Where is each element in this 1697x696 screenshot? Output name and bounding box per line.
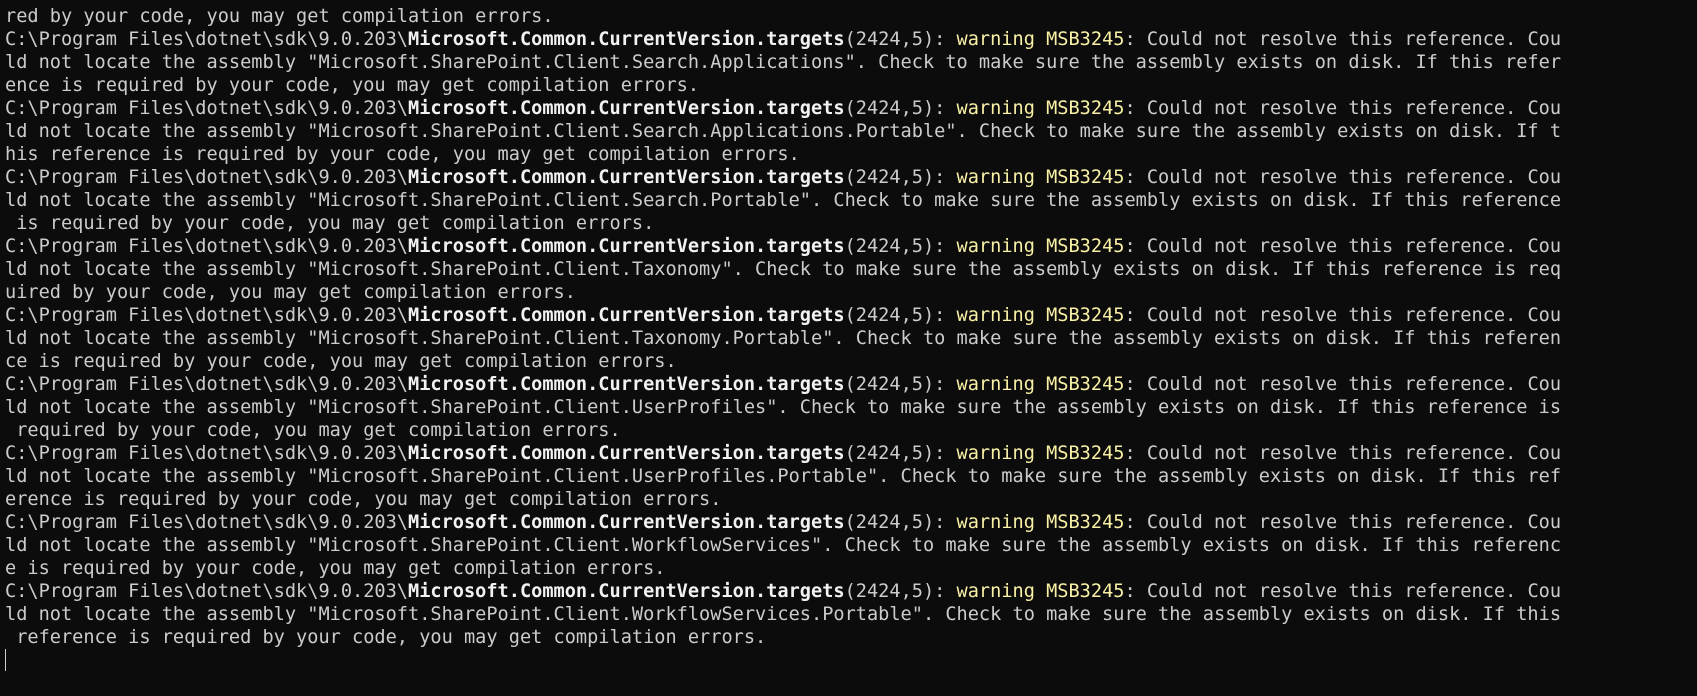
sdk-path: C:\Program Files\dotnet\sdk\9.0.203\ [5,167,408,188]
source-location: (2424,5): [844,305,957,326]
warning-message: : Could not resolve this reference. Cou [1124,443,1562,464]
warning-code: warning MSB3245 [956,305,1125,326]
terminal-line: is required by your code, you may get co… [5,213,655,234]
targets-file: Microsoft.Common.CurrentVersion.targets [408,236,845,257]
source-location: (2424,5): [844,581,957,602]
warning-message: : Could not resolve this reference. Cou [1124,512,1562,533]
sdk-path: C:\Program Files\dotnet\sdk\9.0.203\ [5,443,408,464]
targets-file: Microsoft.Common.CurrentVersion.targets [408,98,845,119]
warning-message: : Could not resolve this reference. Cou [1124,236,1562,257]
sdk-path: C:\Program Files\dotnet\sdk\9.0.203\ [5,98,408,119]
source-location: (2424,5): [844,236,957,257]
warning-code: warning MSB3245 [956,443,1125,464]
warning-message: : Could not resolve this reference. Cou [1124,581,1562,602]
sdk-path: C:\Program Files\dotnet\sdk\9.0.203\ [5,512,408,533]
warning-message: : Could not resolve this reference. Cou [1124,305,1562,326]
source-location: (2424,5): [844,443,957,464]
text-cursor [5,649,6,671]
sdk-path: C:\Program Files\dotnet\sdk\9.0.203\ [5,305,408,326]
warning-line: C:\Program Files\dotnet\sdk\9.0.203\Micr… [5,442,1697,465]
warning-message: : Could not resolve this reference. Cou [1124,374,1562,395]
terminal-line: ld not locate the assembly "Microsoft.Sh… [5,466,1562,487]
warning-line: C:\Program Files\dotnet\sdk\9.0.203\Micr… [5,373,1697,396]
targets-file: Microsoft.Common.CurrentVersion.targets [408,581,845,602]
warning-code: warning MSB3245 [956,581,1125,602]
terminal-line: his reference is required by your code, … [5,144,800,165]
terminal-line: reference is required by your code, you … [5,627,767,648]
terminal-line: ld not locate the assembly "Microsoft.Sh… [5,604,1562,625]
sdk-path: C:\Program Files\dotnet\sdk\9.0.203\ [5,581,408,602]
warning-code: warning MSB3245 [956,167,1125,188]
warning-code: warning MSB3245 [956,236,1125,257]
warning-message: : Could not resolve this reference. Cou [1124,29,1562,50]
warning-code: warning MSB3245 [956,98,1125,119]
source-location: (2424,5): [844,512,957,533]
warning-line: C:\Program Files\dotnet\sdk\9.0.203\Micr… [5,304,1697,327]
warning-code: warning MSB3245 [956,374,1125,395]
terminal-line: erence is required by your code, you may… [5,489,722,510]
warning-line: C:\Program Files\dotnet\sdk\9.0.203\Micr… [5,166,1697,189]
targets-file: Microsoft.Common.CurrentVersion.targets [408,512,845,533]
sdk-path: C:\Program Files\dotnet\sdk\9.0.203\ [5,374,408,395]
terminal-line: e is required by your code, you may get … [5,558,666,579]
targets-file: Microsoft.Common.CurrentVersion.targets [408,374,845,395]
warning-code: warning MSB3245 [956,512,1125,533]
terminal-line: ld not locate the assembly "Microsoft.Sh… [5,121,1562,142]
warning-line: C:\Program Files\dotnet\sdk\9.0.203\Micr… [5,97,1697,120]
terminal-window[interactable]: red by your code, you may get compilatio… [0,0,1697,696]
warning-line: C:\Program Files\dotnet\sdk\9.0.203\Micr… [5,235,1697,258]
warning-message: : Could not resolve this reference. Cou [1124,167,1562,188]
targets-file: Microsoft.Common.CurrentVersion.targets [408,443,845,464]
terminal-line: ce is required by your code, you may get… [5,351,677,372]
terminal-line: required by your code, you may get compi… [5,420,621,441]
warning-message: : Could not resolve this reference. Cou [1124,98,1562,119]
source-location: (2424,5): [844,167,957,188]
terminal-line: ld not locate the assembly "Microsoft.Sh… [5,259,1562,280]
terminal-line: uired by your code, you may get compilat… [5,282,576,303]
terminal-line: ld not locate the assembly "Microsoft.Sh… [5,190,1562,211]
sdk-path: C:\Program Files\dotnet\sdk\9.0.203\ [5,236,408,257]
terminal-line: ld not locate the assembly "Microsoft.Sh… [5,328,1562,349]
targets-file: Microsoft.Common.CurrentVersion.targets [408,305,845,326]
input-line[interactable] [5,649,1697,672]
warning-line: C:\Program Files\dotnet\sdk\9.0.203\Micr… [5,580,1697,603]
terminal-line: ld not locate the assembly "Microsoft.Sh… [5,52,1562,73]
sdk-path: C:\Program Files\dotnet\sdk\9.0.203\ [5,29,408,50]
targets-file: Microsoft.Common.CurrentVersion.targets [408,167,845,188]
source-location: (2424,5): [844,374,957,395]
terminal-line: red by your code, you may get compilatio… [5,6,554,27]
terminal-line: ence is required by your code, you may g… [5,75,700,96]
source-location: (2424,5): [844,29,957,50]
warning-line: C:\Program Files\dotnet\sdk\9.0.203\Micr… [5,28,1697,51]
warning-line: C:\Program Files\dotnet\sdk\9.0.203\Micr… [5,511,1697,534]
source-location: (2424,5): [844,98,957,119]
warning-code: warning MSB3245 [956,29,1125,50]
terminal-line: ld not locate the assembly "Microsoft.Sh… [5,535,1562,556]
terminal-line: ld not locate the assembly "Microsoft.Sh… [5,397,1562,418]
targets-file: Microsoft.Common.CurrentVersion.targets [408,29,845,50]
